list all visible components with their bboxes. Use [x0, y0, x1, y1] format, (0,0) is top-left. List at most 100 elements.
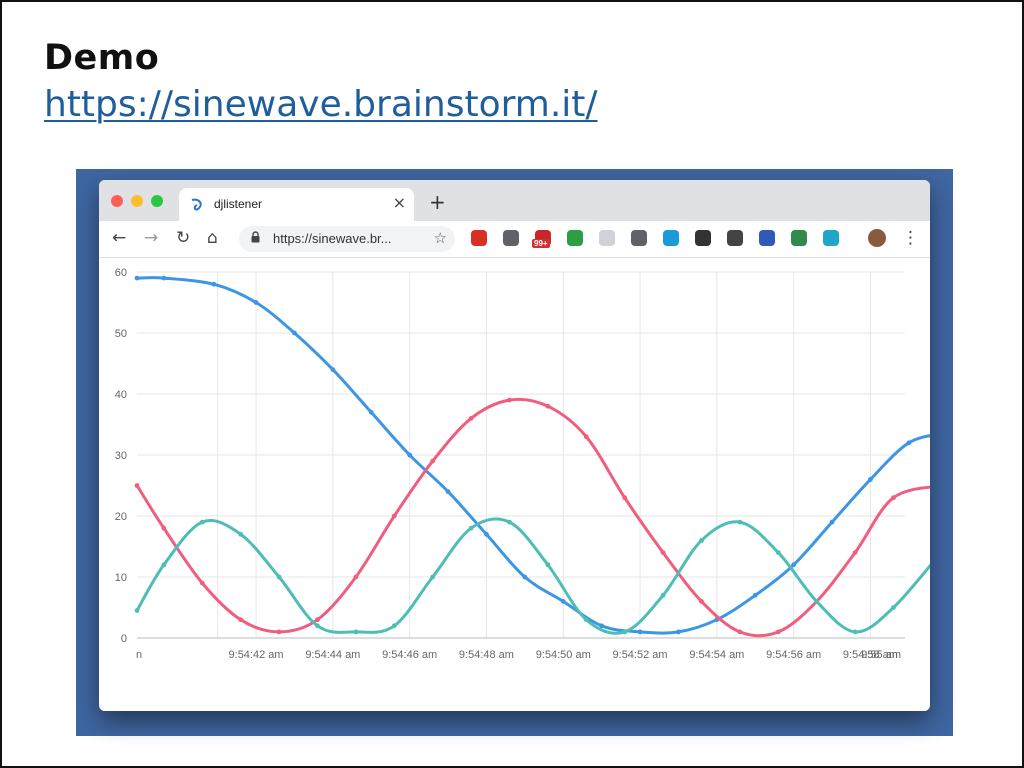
- url-text: https://sinewave.br...: [273, 231, 392, 246]
- x-tick-label: 9:54:54 am: [689, 649, 744, 661]
- close-window-button[interactable]: [111, 195, 123, 207]
- data-point-2: [699, 538, 704, 543]
- data-point-2: [891, 605, 896, 610]
- data-point-2: [238, 531, 244, 537]
- data-point-0: [407, 452, 413, 458]
- data-point-2: [199, 519, 205, 525]
- data-point-1: [276, 629, 282, 635]
- data-point-1: [660, 550, 666, 555]
- x-tick-label: 9:54:44 am: [305, 649, 360, 661]
- swirl-icon: [191, 198, 202, 211]
- green-extension-icon[interactable]: [567, 230, 583, 246]
- minimize-window-button[interactable]: [131, 195, 143, 207]
- data-point-0: [253, 300, 259, 305]
- stop-extension-icon[interactable]: [471, 230, 487, 246]
- y-tick-label: 10: [115, 572, 127, 584]
- data-point-0: [791, 562, 797, 568]
- data-point-2: [353, 629, 359, 635]
- data-point-1: [699, 599, 704, 604]
- data-point-0: [445, 489, 451, 494]
- data-point-1: [545, 403, 551, 409]
- grey-extension-icon[interactable]: [599, 230, 615, 246]
- data-point-2: [161, 562, 167, 568]
- data-point-2: [545, 562, 551, 568]
- eyedropper-extension-icon[interactable]: [503, 230, 519, 246]
- avatar[interactable]: [868, 229, 886, 247]
- data-point-0: [211, 281, 217, 287]
- lock-icon: [251, 231, 260, 243]
- page-content: 0 10 20 30 40 50 60 n 9:54:42 am 9:54:44 am 9:54:4…: [99, 258, 930, 711]
- data-point-2: [507, 519, 512, 525]
- eye-extension-icon[interactable]: [631, 230, 647, 246]
- data-point-0: [906, 440, 912, 446]
- data-point-1: [583, 434, 589, 440]
- slide-link[interactable]: https://sinewave.brainstorm.it/: [44, 84, 598, 125]
- y-tick-label: 60: [115, 267, 127, 279]
- y-tick-label: 40: [115, 389, 127, 401]
- data-point-0: [560, 599, 566, 604]
- data-point-2: [660, 592, 666, 598]
- data-point-1: [737, 629, 743, 635]
- globe-extension-icon[interactable]: [791, 230, 807, 246]
- data-point-0: [134, 275, 140, 281]
- data-point-0: [292, 330, 297, 336]
- x-tick-label: 9:55 am: [861, 649, 901, 661]
- back-icon[interactable]: ←: [112, 228, 126, 248]
- data-point-2: [276, 574, 282, 580]
- new-tab-button[interactable]: +: [429, 190, 446, 214]
- slide-title: Demo: [44, 38, 160, 78]
- x-tick-label: 9:54:42 am: [229, 649, 284, 661]
- badge-extension-icon[interactable]: 99+: [532, 230, 551, 248]
- tab-title: djlistener: [214, 197, 263, 211]
- y-tick-label: 30: [115, 450, 127, 462]
- bookmark-extension-icon[interactable]: [759, 230, 775, 246]
- data-point-0: [161, 275, 167, 281]
- maximize-window-button[interactable]: [151, 195, 163, 207]
- y-tick-label: 50: [115, 328, 127, 340]
- data-point-0: [868, 477, 873, 482]
- data-point-1: [507, 397, 512, 403]
- ghost-extension-icon[interactable]: [663, 230, 679, 246]
- address-bar[interactable]: https://sinewave.br... ☆: [239, 226, 455, 252]
- data-point-1: [134, 483, 140, 488]
- data-point-1: [391, 513, 397, 519]
- data-point-0: [330, 367, 336, 372]
- data-point-2: [315, 623, 320, 629]
- data-point-0: [637, 629, 643, 635]
- data-point-1: [161, 525, 167, 531]
- data-point-1: [468, 416, 474, 421]
- tab-bar: djlistener × +: [99, 180, 930, 221]
- x-tick-label: 9:54:50 am: [536, 649, 591, 661]
- data-point-1: [353, 574, 359, 580]
- data-point-0: [676, 629, 681, 635]
- x-tick-label: 9:54:46 am: [382, 649, 437, 661]
- data-point-1: [430, 458, 436, 464]
- data-point-2: [814, 599, 820, 604]
- bookmark-star-icon[interactable]: ☆: [434, 229, 447, 247]
- forward-icon[interactable]: →: [144, 228, 158, 248]
- data-point-1: [852, 550, 858, 555]
- reload-icon[interactable]: ↻: [176, 228, 190, 248]
- tab-close-icon[interactable]: ×: [393, 193, 406, 212]
- data-point-0: [829, 519, 835, 525]
- y-tick-label: 20: [115, 511, 127, 523]
- x-tick-label: n: [136, 649, 142, 661]
- data-point-1: [199, 580, 205, 586]
- browser-window: djlistener × + ← → ↻ ⌂ https://sinewave.…: [99, 180, 930, 711]
- data-point-0: [368, 409, 374, 415]
- bulb-extension-icon[interactable]: [727, 230, 743, 246]
- data-point-1: [775, 629, 781, 635]
- data-point-2: [775, 550, 781, 555]
- data-point-2: [622, 629, 628, 635]
- data-point-1: [891, 495, 896, 501]
- browser-toolbar: ← → ↻ ⌂ https://sinewave.br... ☆ 99+ ⋮: [99, 221, 930, 258]
- data-point-2: [468, 525, 474, 531]
- home-icon[interactable]: ⌂: [207, 228, 218, 248]
- menu-icon[interactable]: ⋮: [902, 228, 919, 248]
- tab-djlistener[interactable]: djlistener ×: [179, 188, 414, 221]
- data-point-2: [134, 608, 140, 613]
- sync-extension-icon[interactable]: [695, 230, 711, 246]
- extension-badge: 99+: [532, 239, 550, 248]
- data-point-2: [737, 519, 743, 525]
- bird-extension-icon[interactable]: [823, 230, 839, 246]
